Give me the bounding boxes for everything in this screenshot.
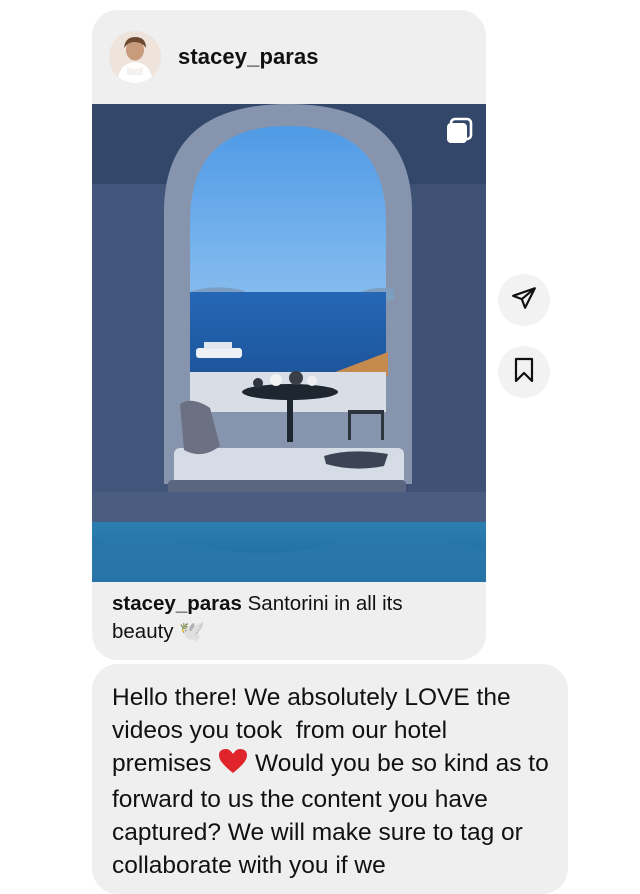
- post-username[interactable]: stacey_paras: [178, 44, 319, 70]
- dove-emoji: 🕊️: [179, 620, 205, 643]
- santorini-photo: [92, 104, 486, 582]
- bookmark-icon: [512, 357, 536, 388]
- post-image[interactable]: [92, 104, 486, 582]
- post-header[interactable]: stacey_paras: [92, 10, 486, 104]
- post-caption: stacey_paras Santorini in all its beauty…: [112, 590, 468, 646]
- shared-post-card[interactable]: stacey_paras stacey_paras Santorini in a…: [92, 10, 486, 660]
- multiple-posts-icon: [444, 116, 474, 146]
- heart-icon: [218, 748, 248, 783]
- send-icon: [511, 285, 537, 316]
- save-button[interactable]: [498, 346, 550, 398]
- share-button[interactable]: [498, 274, 550, 326]
- avatar[interactable]: [109, 31, 161, 83]
- message-text: Hello there! We absolutely LOVE the vide…: [112, 681, 552, 882]
- message-bubble[interactable]: Hello there! We absolutely LOVE the vide…: [92, 664, 568, 894]
- caption-username[interactable]: stacey_paras: [112, 592, 242, 615]
